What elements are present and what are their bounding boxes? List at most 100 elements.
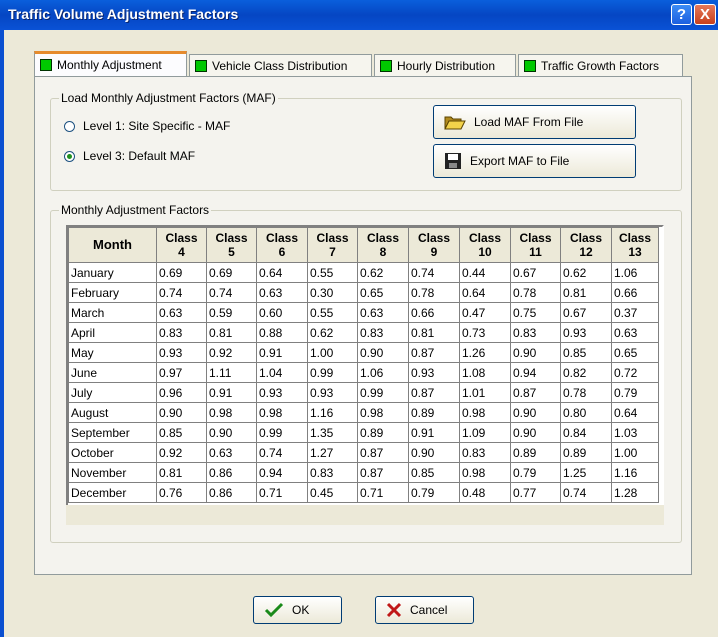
factor-cell[interactable]: 0.65 <box>357 282 409 303</box>
factor-cell[interactable]: 0.74 <box>408 262 460 283</box>
factor-cell[interactable]: 0.37 <box>611 302 659 323</box>
factor-cell[interactable]: 0.93 <box>560 322 612 343</box>
factor-cell[interactable]: 0.93 <box>307 382 358 403</box>
factor-cell[interactable]: 0.78 <box>560 382 612 403</box>
factor-cell[interactable]: 0.93 <box>256 382 308 403</box>
factor-cell[interactable]: 0.76 <box>156 482 207 503</box>
factor-cell[interactable]: 0.71 <box>256 482 308 503</box>
factor-cell[interactable]: 0.77 <box>510 482 561 503</box>
factor-cell[interactable]: 0.72 <box>611 362 659 383</box>
factor-cell[interactable]: 0.83 <box>459 442 511 463</box>
factor-cell[interactable]: 0.78 <box>408 282 460 303</box>
factor-cell[interactable]: 0.82 <box>560 362 612 383</box>
factor-cell[interactable]: 0.66 <box>408 302 460 323</box>
factor-cell[interactable]: 0.92 <box>206 342 257 363</box>
factor-cell[interactable]: 0.74 <box>206 282 257 303</box>
ok-button[interactable]: OK <box>253 596 342 624</box>
radio-level1[interactable]: Level 1: Site Specific - MAF <box>64 119 230 133</box>
help-button[interactable]: ? <box>671 4 692 25</box>
factor-cell[interactable]: 0.62 <box>307 322 358 343</box>
factor-cell[interactable]: 0.90 <box>156 402 207 423</box>
factor-cell[interactable]: 0.87 <box>357 462 409 483</box>
factor-cell[interactable]: 0.91 <box>408 422 460 443</box>
factor-cell[interactable]: 1.11 <box>206 362 257 383</box>
factor-cell[interactable]: 1.26 <box>459 342 511 363</box>
factor-cell[interactable]: 0.99 <box>307 362 358 383</box>
factor-cell[interactable]: 1.27 <box>307 442 358 463</box>
factor-cell[interactable]: 0.79 <box>408 482 460 503</box>
factor-cell[interactable]: 0.63 <box>357 302 409 323</box>
factor-cell[interactable]: 0.89 <box>408 402 460 423</box>
factor-cell[interactable]: 0.85 <box>560 342 612 363</box>
factor-cell[interactable]: 0.96 <box>156 382 207 403</box>
factor-cell[interactable]: 0.66 <box>611 282 659 303</box>
factor-cell[interactable]: 0.98 <box>256 402 308 423</box>
factor-cell[interactable]: 0.81 <box>408 322 460 343</box>
factor-cell[interactable]: 1.25 <box>560 462 612 483</box>
factor-cell[interactable]: 0.99 <box>357 382 409 403</box>
factor-cell[interactable]: 0.83 <box>307 462 358 483</box>
factor-cell[interactable]: 0.90 <box>510 402 561 423</box>
factor-cell[interactable]: 0.45 <box>307 482 358 503</box>
factor-cell[interactable]: 0.90 <box>206 422 257 443</box>
factor-cell[interactable]: 0.83 <box>510 322 561 343</box>
factor-cell[interactable]: 0.98 <box>459 402 511 423</box>
radio-level3[interactable]: Level 3: Default MAF <box>64 149 195 163</box>
factor-cell[interactable]: 0.98 <box>459 462 511 483</box>
factor-cell[interactable]: 0.65 <box>611 342 659 363</box>
factor-cell[interactable]: 0.93 <box>156 342 207 363</box>
factor-cell[interactable]: 1.04 <box>256 362 308 383</box>
factor-cell[interactable]: 0.30 <box>307 282 358 303</box>
title-bar[interactable]: Traffic Volume Adjustment Factors ? X <box>0 0 718 30</box>
factor-cell[interactable]: 0.99 <box>256 422 308 443</box>
factor-cell[interactable]: 1.28 <box>611 482 659 503</box>
factor-cell[interactable]: 1.03 <box>611 422 659 443</box>
cancel-button[interactable]: Cancel <box>375 596 474 624</box>
factor-cell[interactable]: 0.86 <box>206 462 257 483</box>
factor-cell[interactable]: 0.81 <box>206 322 257 343</box>
factor-cell[interactable]: 0.85 <box>156 422 207 443</box>
factor-cell[interactable]: 0.91 <box>256 342 308 363</box>
factor-cell[interactable]: 0.84 <box>560 422 612 443</box>
factor-cell[interactable]: 0.67 <box>510 262 561 283</box>
factor-cell[interactable]: 0.87 <box>357 442 409 463</box>
factor-cell[interactable]: 1.00 <box>307 342 358 363</box>
factor-cell[interactable]: 0.67 <box>560 302 612 323</box>
factor-cell[interactable]: 0.83 <box>357 322 409 343</box>
factor-cell[interactable]: 0.63 <box>611 322 659 343</box>
factor-cell[interactable]: 0.91 <box>206 382 257 403</box>
factor-cell[interactable]: 0.94 <box>510 362 561 383</box>
factor-cell[interactable]: 0.74 <box>256 442 308 463</box>
factor-cell[interactable]: 0.90 <box>510 342 561 363</box>
factor-cell[interactable]: 0.69 <box>156 262 207 283</box>
factor-cell[interactable]: 0.44 <box>459 262 511 283</box>
factor-cell[interactable]: 0.98 <box>357 402 409 423</box>
load-maf-button[interactable]: Load MAF From File <box>433 105 636 139</box>
factor-cell[interactable]: 0.63 <box>206 442 257 463</box>
factor-cell[interactable]: 0.90 <box>408 442 460 463</box>
tab-hourly-distribution[interactable]: Hourly Distribution <box>374 54 516 76</box>
factor-cell[interactable]: 0.60 <box>256 302 308 323</box>
factor-cell[interactable]: 0.88 <box>256 322 308 343</box>
close-button[interactable]: X <box>694 4 716 25</box>
factor-cell[interactable]: 0.55 <box>307 302 358 323</box>
factor-cell[interactable]: 0.81 <box>156 462 207 483</box>
factor-cell[interactable]: 0.71 <box>357 482 409 503</box>
factor-cell[interactable]: 0.73 <box>459 322 511 343</box>
factor-cell[interactable]: 0.93 <box>408 362 460 383</box>
factor-cell[interactable]: 0.85 <box>408 462 460 483</box>
factor-cell[interactable]: 0.48 <box>459 482 511 503</box>
factor-cell[interactable]: 0.64 <box>256 262 308 283</box>
factor-cell[interactable]: 0.63 <box>156 302 207 323</box>
factor-cell[interactable]: 0.64 <box>459 282 511 303</box>
factor-cell[interactable]: 0.98 <box>206 402 257 423</box>
factor-cell[interactable]: 0.78 <box>510 282 561 303</box>
factor-cell[interactable]: 0.81 <box>560 282 612 303</box>
factor-cell[interactable]: 0.47 <box>459 302 511 323</box>
tab-traffic-growth-factors[interactable]: Traffic Growth Factors <box>518 54 683 76</box>
factor-cell[interactable]: 0.79 <box>611 382 659 403</box>
radio-icon[interactable] <box>64 120 75 132</box>
factor-cell[interactable]: 0.90 <box>510 422 561 443</box>
maf-grid[interactable]: Month Class 4 Class 5 Class 6 Class 7 Class 8… <box>66 225 664 525</box>
tab-vehicle-class-distribution[interactable]: Vehicle Class Distribution <box>189 54 372 76</box>
